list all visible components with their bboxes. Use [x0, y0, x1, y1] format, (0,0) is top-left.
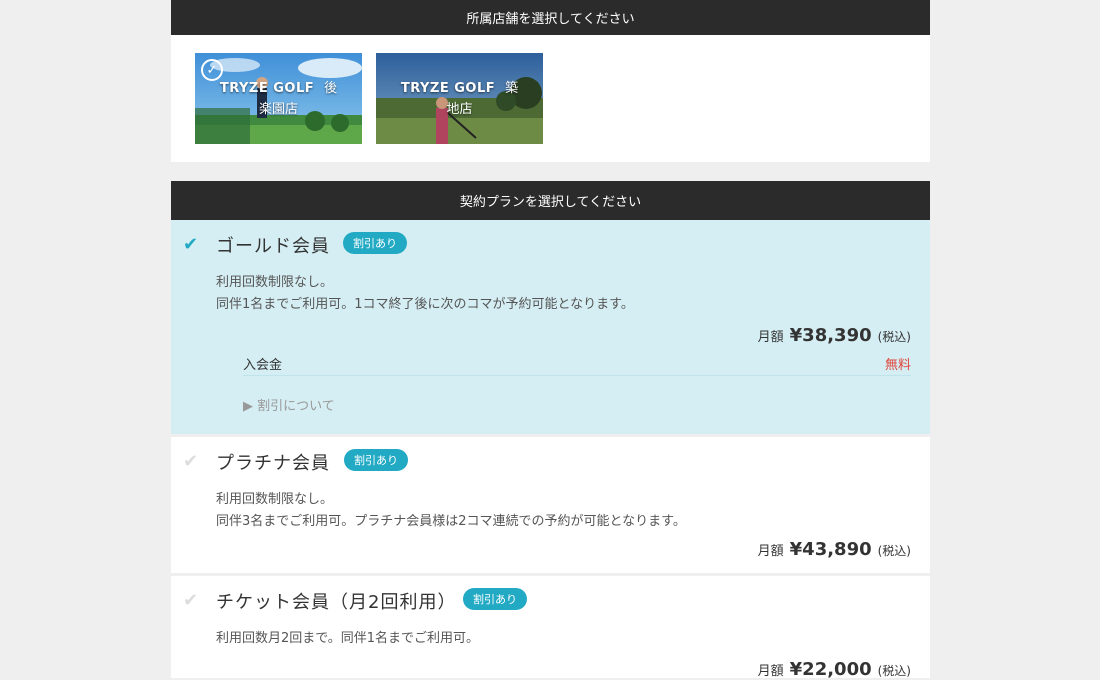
store-brand: TRYZE GOLF [219, 80, 315, 96]
entry-fee-row: 入会金 無料 [243, 354, 911, 376]
price-amount: ¥43,890 [789, 539, 872, 560]
plan-description: 利用回数月2回まで。同伴1名までご利用可。 [216, 628, 479, 650]
price-amount: ¥22,000 [789, 659, 872, 680]
plan-desc-line: 利用回数制限なし。 [216, 492, 334, 507]
checkmark-icon: ✔ [183, 451, 199, 472]
store-section-header: 所属店舗を選択してください [171, 0, 930, 35]
plan-name: チケット会員（月2回利用） [216, 592, 457, 613]
plan-selection-panel: 契約プランを選択してください ✔ ゴールド会員 割引あり 利用回数制限なし。 同… [171, 181, 930, 680]
plan-price: 月額 ¥22,000 (税込) [758, 659, 911, 680]
store-card-tsukiji[interactable]: TRYZE GOLF 築地店 [376, 53, 543, 144]
price-prefix: 月額 [757, 544, 784, 559]
store-list: ✓ TRYZE GOLF 後楽園店 TRYZE GOLF 築地店 [195, 53, 543, 144]
discount-badge: 割引あり [344, 449, 408, 471]
plan-platinum[interactable]: ✔ プラチナ会員 割引あり 利用回数制限なし。 同伴3名までご利用可。プラチナ会… [171, 437, 930, 573]
plan-price: 月額 ¥43,890 (税込) [758, 539, 911, 560]
plan-price: 月額 ¥38,390 (税込) [758, 325, 911, 346]
plan-description: 利用回数制限なし。 同伴1名までご利用可。1コマ終了後に次のコマが予約可能となり… [216, 272, 634, 316]
plan-desc-line: 同伴3名までご利用可。プラチナ会員様は2コマ連続での予約が可能となります。 [216, 514, 686, 529]
price-tax: (税込) [877, 330, 911, 344]
plan-desc-line: 利用回数月2回まで。同伴1名までご利用可。 [216, 631, 480, 646]
store-card-korakuen[interactable]: ✓ TRYZE GOLF 後楽園店 [195, 53, 362, 144]
store-selection-panel: 所属店舗を選択してください ✓ TRYZE GOLF 後楽園店 TRYZE GO… [171, 0, 930, 162]
price-prefix: 月額 [757, 330, 784, 345]
price-tax: (税込) [877, 544, 911, 558]
selected-check-icon: ✓ [201, 59, 223, 81]
plan-ticket[interactable]: ✔ チケット会員（月2回利用） 割引あり 利用回数月2回まで。同伴1名までご利用… [171, 576, 930, 680]
checkmark-icon: ✔ [183, 234, 199, 255]
checkmark-icon: ✔ [183, 590, 199, 611]
price-amount: ¥38,390 [789, 325, 872, 346]
price-prefix: 月額 [757, 664, 784, 679]
entry-fee-label: 入会金 [243, 358, 283, 373]
entry-fee-value: 無料 [884, 358, 911, 373]
plan-section-header: 契約プランを選択してください [171, 181, 930, 220]
price-tax: (税込) [877, 664, 911, 678]
plan-name: プラチナ会員 [216, 453, 330, 474]
plan-desc-line: 利用回数制限なし。 [216, 275, 334, 290]
store-brand: TRYZE GOLF [400, 80, 496, 96]
discount-badge: 割引あり [343, 232, 407, 254]
plan-gold[interactable]: ✔ ゴールド会員 割引あり 利用回数制限なし。 同伴1名までご利用可。1コマ終了… [171, 220, 930, 434]
plan-name: ゴールド会員 [216, 236, 330, 257]
store-label-tsukiji: TRYZE GOLF 築地店 [376, 53, 543, 144]
plan-description: 利用回数制限なし。 同伴3名までご利用可。プラチナ会員様は2コマ連続での予約が可… [216, 489, 686, 533]
plan-desc-line: 同伴1名までご利用可。1コマ終了後に次のコマが予約可能となります。 [216, 297, 634, 312]
discount-badge: 割引あり [463, 588, 527, 610]
discount-info-link[interactable]: ▶ 割引について [243, 395, 335, 414]
